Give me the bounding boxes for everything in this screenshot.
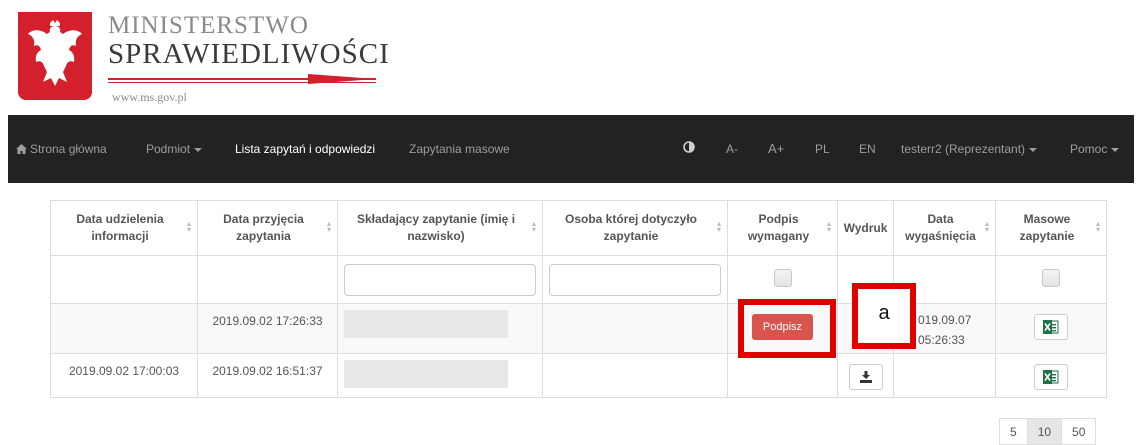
download-print-button[interactable] [848, 364, 883, 390]
excel-icon [1043, 320, 1059, 334]
user-menu-label: testerr2 (Reprezentant) [901, 142, 1026, 156]
column-header-label: Podpis wymagany [747, 212, 810, 243]
cell-skladajacy [337, 353, 543, 398]
page-size-option-10[interactable]: 10 [1026, 418, 1063, 445]
annotation-highlight-box [738, 299, 836, 358]
column-header-podpis[interactable]: Podpis wymagany ▴ ▾ [727, 200, 838, 256]
page-size-option-5[interactable]: 5 [999, 418, 1028, 445]
logo-url: www.ms.gov.pl [112, 90, 187, 104]
table-row: 2019.09.02 17:26:33 Podpisz 019.09.07 05… [50, 303, 1107, 354]
nav-podmiot-label: Podmiot [146, 142, 191, 156]
page-size-option-50[interactable]: 50 [1061, 418, 1097, 445]
expiry-date: 019.09.07 [918, 313, 972, 327]
filter-cell [337, 255, 543, 304]
filter-masowe-checkbox[interactable] [1042, 269, 1060, 287]
nav-home-link[interactable]: Strona główna [16, 142, 107, 156]
table-row: 2019.09.02 17:00:03 2019.09.02 16:51:37 [50, 353, 1107, 398]
cell-wydruk [837, 353, 894, 398]
requests-table: Data udzielenia informacji ▴ ▾ Data przyję… [50, 200, 1107, 398]
filter-osoba-input[interactable] [549, 263, 721, 296]
expiry-time: 05:26:33 [918, 333, 965, 347]
cell-skladajacy [337, 303, 543, 354]
column-header-osoba[interactable]: Osoba której dotyczyło zapytanie ▴ ▾ [542, 200, 728, 256]
caret-down-icon [1111, 147, 1120, 152]
page-size-selector: 5 10 50 [999, 418, 1097, 445]
home-icon [16, 144, 27, 154]
sort-icon: ▴ ▾ [826, 219, 831, 234]
cell-osoba [542, 353, 728, 398]
polish-eagle-emblem-icon [18, 12, 92, 100]
filter-cell [995, 255, 1107, 304]
excel-icon [1043, 370, 1059, 384]
logo-decorative-rule [108, 74, 376, 84]
nav-masowe-label: Zapytania masowe [409, 142, 510, 156]
column-header-data-wygasniecia[interactable]: Data wygaśnięcia ▴ ▾ [893, 200, 996, 256]
redacted-name-block [344, 310, 508, 338]
cell-masowe [995, 303, 1107, 354]
cell-osoba [542, 303, 728, 354]
column-header-label: Data wygaśnięcia [905, 212, 976, 243]
logo-justice-line: SPRAWIEDLIWOŚCI [108, 38, 390, 70]
help-menu-dropdown[interactable]: Pomoc [1070, 142, 1120, 156]
sort-icon: ▴ ▾ [1095, 219, 1100, 234]
column-header-data-udzielenia[interactable]: Data udzielenia informacji ▴ ▾ [50, 200, 198, 256]
lang-pl-button[interactable]: PL [815, 142, 830, 156]
sort-icon: ▴ ▾ [186, 219, 191, 234]
cell-data-przyjecia: 2019.09.02 16:51:37 [197, 353, 338, 398]
nav-lista-label: Lista zapytań i odpowiedzi [235, 142, 376, 156]
font-increase-button[interactable]: A+ [768, 141, 784, 156]
sort-icon: ▴ ▾ [984, 219, 989, 234]
nav-home-label: Strona główna [30, 142, 107, 156]
cell-data-wygasniecia [893, 353, 996, 398]
column-header-label: Składający zapytanie (imię i nazwisko) [356, 212, 516, 243]
filter-cell [50, 255, 198, 304]
filter-skladajacy-input[interactable] [344, 263, 536, 296]
sort-icon: ▴ ▾ [716, 219, 721, 234]
excel-export-button[interactable] [1034, 364, 1068, 390]
cell-data-udzielenia [50, 303, 198, 354]
column-header-label: Osoba której dotyczyło zapytanie [564, 212, 698, 243]
caret-down-icon [1029, 147, 1038, 152]
column-header-label: Wydruk [843, 220, 888, 235]
caret-down-icon [194, 147, 203, 152]
requests-table-container: Data udzielenia informacji ▴ ▾ Data przyję… [50, 200, 1107, 398]
filter-row [50, 255, 1107, 304]
redacted-name-block [344, 360, 508, 388]
nav-lista-link[interactable]: Lista zapytań i odpowiedzi [235, 142, 375, 156]
lang-en-button[interactable]: EN [859, 142, 876, 156]
download-icon [859, 371, 872, 383]
column-header-masowe[interactable]: Masowe zapytanie ▴ ▾ [995, 200, 1107, 256]
column-header-label: Data udzielenia informacji [76, 212, 164, 243]
column-header-label: Masowe zapytanie [1019, 212, 1075, 243]
site-header: MINISTERSTWO SPRAWIEDLIWOŚCI www.ms.gov.… [0, 0, 1136, 115]
nav-masowe-link[interactable]: Zapytania masowe [409, 142, 510, 156]
filter-cell [197, 255, 338, 304]
filter-cell [542, 255, 728, 304]
cell-podpis [727, 353, 838, 398]
user-menu-dropdown[interactable]: testerr2 (Reprezentant) [901, 142, 1038, 156]
nav-podmiot-dropdown[interactable]: Podmiot [146, 142, 203, 156]
help-menu-label: Pomoc [1070, 142, 1108, 156]
contrast-toggle-button[interactable] [683, 141, 695, 156]
contrast-icon [683, 141, 695, 153]
cell-data-udzielenia: 2019.09.02 17:00:03 [50, 353, 198, 398]
cell-data-przyjecia: 2019.09.02 17:26:33 [197, 303, 338, 354]
font-decrease-button[interactable]: A- [726, 142, 738, 156]
logo-ministry-line: MINISTERSTWO [108, 12, 309, 39]
filter-cell [727, 255, 838, 304]
column-header-wydruk: Wydruk [837, 200, 894, 256]
column-header-skladajacy[interactable]: Składający zapytanie (imię i nazwisko) ▴ ▾ [337, 200, 543, 256]
main-navbar: Strona główna Podmiot Lista zapytań i od… [8, 115, 1134, 183]
sort-icon: ▴ ▾ [531, 219, 536, 234]
annotation-label-a: a [852, 283, 916, 349]
cell-masowe [995, 353, 1107, 398]
excel-export-button[interactable] [1034, 314, 1068, 340]
column-header-data-przyjecia[interactable]: Data przyjęcia zapytania ▴ ▾ [197, 200, 338, 256]
filter-podpis-checkbox[interactable] [773, 269, 792, 287]
sort-icon: ▴ ▾ [326, 219, 331, 234]
column-header-label: Data przyjęcia zapytania [223, 212, 304, 243]
